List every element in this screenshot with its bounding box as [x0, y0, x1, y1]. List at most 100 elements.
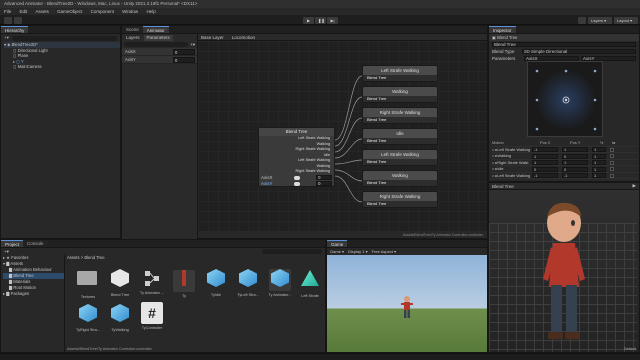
model-icon [173, 270, 195, 292]
motion-speed[interactable]: 1 [592, 147, 606, 152]
project-tree: ▸ ★ Favorites ▾ ▇ Assets ▇ Animation Beh… [1, 255, 65, 352]
asset-label: Left Strafe [301, 294, 319, 298]
motion-node[interactable]: Right Strafe Walking Blend Tree [362, 107, 438, 124]
blend-param-x-slider[interactable] [294, 175, 300, 180]
motion-node-title: Walking [363, 171, 437, 180]
project-panel: Project Console +▾ ▸ ★ Favorites ▾ ▇ Ass… [0, 239, 326, 353]
motion-node-title: Left Strafe Walking [363, 150, 437, 159]
asset-label: Ty Animator... [268, 293, 292, 297]
blend-param-y-slider[interactable] [294, 181, 300, 186]
col-posy: Pos Y [570, 140, 581, 145]
asset-item[interactable]: TyIdle [201, 267, 231, 297]
asset-item[interactable]: TyLeft Stra... [233, 267, 263, 297]
asset-label: Ty [181, 294, 186, 298]
asset-label: TyIdle [210, 293, 222, 297]
motion-posx[interactable]: -1 [532, 173, 558, 178]
preview-header: Blend Tree ▶ [489, 183, 639, 190]
cube-icon [109, 304, 131, 326]
blend-type-label: Blend Type [492, 49, 515, 54]
blend-space-graph[interactable] [527, 61, 603, 137]
motion-node-sub: Blend Tree [363, 96, 437, 102]
aspect-dropdown[interactable]: Free Aspect ▾ [372, 249, 396, 254]
project-search-input[interactable] [262, 249, 322, 254]
motion-mirror-checkbox[interactable] [610, 154, 614, 158]
game-toolbar: Game ▾ Display 1 ▾ Free Aspect ▾ [327, 248, 487, 255]
project-breadcrumb[interactable]: Assets > Blend Tree [67, 255, 105, 260]
col-speed: ½ [600, 140, 604, 145]
motion-posy[interactable]: 0 [562, 166, 588, 172]
asset-item[interactable]: TyRight Stra... [73, 302, 103, 332]
motion-posx[interactable]: 1 [532, 153, 558, 159]
game-character [401, 296, 413, 318]
motion-node[interactable]: Left Strafe Walking Blend Tree [362, 149, 438, 166]
cube-icon [237, 269, 259, 291]
col-motion: Motion [492, 140, 504, 145]
blend-space-plot [535, 69, 597, 131]
asset-item[interactable]: Ty Animator ... [137, 267, 167, 295]
asset-item[interactable]: Ty Animator... [265, 267, 295, 297]
tab-project[interactable]: Project [1, 240, 24, 247]
inspector-panel: Inspector ▣ Blend Tree Blend Tree Blend … [488, 25, 640, 182]
create-icon[interactable]: +▾ [4, 249, 9, 255]
blend-tree-node-title: Blend Tree [259, 128, 334, 136]
asset-item[interactable]: Left Strafe [295, 267, 325, 298]
blend-param-x-label: AxisX [261, 175, 273, 180]
motion-speed[interactable]: 1 [592, 153, 606, 159]
asset-label: TyWalking [111, 328, 129, 332]
motion-mirror-checkbox[interactable] [610, 160, 614, 165]
character-model [543, 202, 585, 339]
motion-posx[interactable]: -1 [532, 147, 558, 152]
motion-mirror-checkbox[interactable] [610, 167, 614, 171]
motion-node-sub: Blend Tree [363, 75, 437, 81]
motion-node-sub: Blend Tree [363, 201, 437, 207]
blend-param-y-input[interactable]: 0 [316, 181, 332, 187]
asset-item[interactable]: Ty [169, 267, 199, 298]
motion-row[interactable]: = ▸Left Strafe Walking -1 -1 1 [492, 172, 638, 179]
tab-console[interactable]: Console [23, 240, 48, 247]
motion-node[interactable]: Left Strafe Walking Blend Tree [362, 65, 438, 82]
motion-node[interactable]: Right Strafe Walking Blend Tree [362, 191, 438, 208]
asset-item[interactable]: TyWalking [105, 302, 135, 332]
unity-scene-icon [109, 269, 131, 291]
motion-mirror-checkbox[interactable] [610, 147, 614, 152]
motion-speed[interactable]: 1 [592, 166, 606, 172]
motion-posy[interactable]: 1 [562, 160, 588, 165]
asset-label: Textures [80, 295, 96, 299]
motion-posx[interactable]: 0 [532, 166, 558, 172]
asset-item[interactable]: # TyController [137, 302, 167, 330]
motion-speed[interactable]: 1 [592, 173, 606, 178]
motion-posy[interactable]: 1 [562, 147, 588, 152]
game-viewport[interactable] [327, 255, 487, 352]
parameters-label: Parameters [492, 56, 516, 61]
motion-mirror-checkbox[interactable] [610, 173, 614, 178]
asset-label: TyController [141, 326, 163, 330]
asset-label: Ty Animator ... [139, 291, 165, 295]
motion-name: = ▸Left Strafe Walking [492, 172, 531, 178]
motion-speed[interactable]: 1 [592, 160, 606, 165]
blend-tree-node[interactable]: Blend Tree Left Strafe Walking Walking R… [258, 127, 335, 187]
blend-type-dropdown[interactable]: 2D Simple Directional [522, 49, 636, 55]
motion-name: = ▸Left Strafe Walking [492, 146, 531, 152]
motion-posy[interactable]: -1 [562, 173, 588, 178]
preview-play-icon[interactable]: ▶ [633, 183, 636, 189]
display-dropdown[interactable]: Display 1 ▾ [348, 249, 368, 254]
blend-type-row: Blend Type 2D Simple Directional [489, 48, 639, 55]
inspector-name-field[interactable]: Blend Tree [492, 42, 636, 48]
tree-packages[interactable]: ▸ ▇ Packages [3, 291, 64, 297]
motion-node-sub: Blend Tree [363, 180, 437, 186]
motion-name: = ▸Walking [492, 153, 512, 158]
motion-node-title: Right Strafe Walking [363, 108, 437, 117]
blend-param-x-input[interactable]: 0 [316, 175, 332, 181]
asset-item[interactable]: Blend Tree [105, 267, 135, 297]
motion-posx[interactable]: 1 [532, 160, 558, 165]
game-dropdown[interactable]: Game ▾ [330, 249, 344, 254]
motion-node[interactable]: Walking Blend Tree [362, 170, 438, 187]
asset-item[interactable]: Textures [73, 267, 103, 299]
project-toolbar: +▾ [1, 248, 325, 255]
motion-posy[interactable]: 0 [562, 153, 588, 159]
motion-node[interactable]: Walking Blend Tree [362, 86, 438, 103]
tab-inspector[interactable]: Inspector [489, 26, 516, 33]
tab-game[interactable]: Game [327, 240, 348, 247]
cube-icon [269, 269, 291, 291]
motion-node[interactable]: Idle Blend Tree [362, 128, 438, 145]
